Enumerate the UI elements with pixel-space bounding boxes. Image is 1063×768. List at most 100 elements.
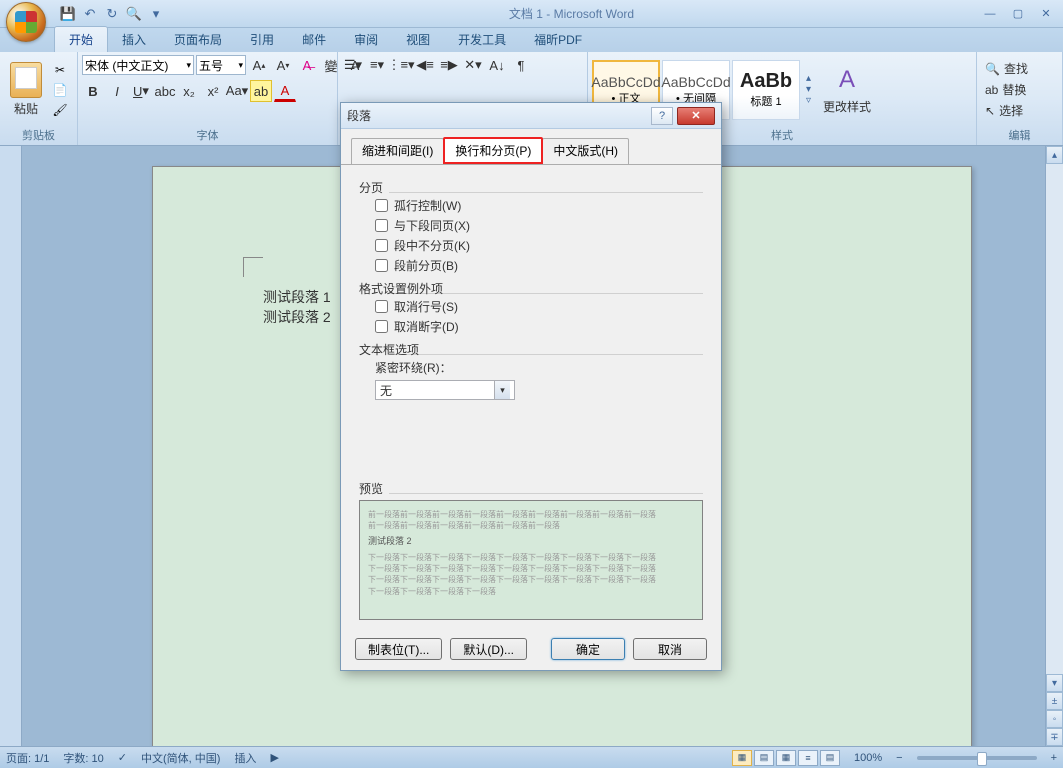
show-marks-icon[interactable]: ¶ — [510, 54, 532, 76]
asian-layout-icon[interactable]: ✕▾ — [462, 54, 484, 76]
qat-undo-icon[interactable]: ↶ — [80, 4, 100, 24]
draft-view-icon[interactable]: ▤ — [820, 750, 840, 766]
keep-lines-checkbox[interactable] — [375, 239, 388, 252]
tab-home[interactable]: 开始 — [54, 26, 108, 52]
style-heading1[interactable]: AaBb 标题 1 — [732, 60, 800, 120]
dialog-titlebar[interactable]: 段落 ? ✕ — [341, 103, 721, 129]
strike-icon[interactable]: abc — [154, 80, 176, 102]
paste-button[interactable]: 粘贴 — [4, 60, 48, 119]
web-view-icon[interactable]: ▦ — [776, 750, 796, 766]
scroll-down-icon[interactable]: ▾ — [1046, 674, 1063, 692]
minimize-button[interactable]: — — [977, 6, 1003, 22]
maximize-button[interactable]: ▢ — [1005, 6, 1031, 22]
status-macro-icon[interactable]: ▶ — [270, 751, 278, 764]
bold-icon[interactable]: B — [82, 80, 104, 102]
styles-scroll[interactable]: ▴▾▿ — [800, 73, 817, 106]
prev-page-icon[interactable]: ± — [1046, 692, 1063, 710]
vertical-scrollbar[interactable]: ▴ ▾ ± ◦ ∓ — [1045, 146, 1063, 746]
replace-button[interactable]: ab替换 — [981, 79, 1030, 100]
select-button[interactable]: ↖选择 — [981, 100, 1027, 121]
zoom-out-icon[interactable]: − — [896, 752, 902, 764]
tight-wrap-select[interactable]: 无 ▾ — [375, 380, 515, 400]
status-language[interactable]: 中文(简体, 中国) — [141, 750, 220, 766]
style-preview-text: AaBbCcDd — [661, 74, 730, 90]
qat-preview-icon[interactable]: 🔍 — [124, 4, 144, 24]
dialog-tabs: 缩进和间距(I) 换行和分页(P) 中文版式(H) — [341, 129, 721, 165]
outline-view-icon[interactable]: ≡ — [798, 750, 818, 766]
dialog-close-button[interactable]: ✕ — [677, 107, 715, 125]
numbering-icon[interactable]: ≡▾ — [366, 54, 388, 76]
suppress-line-numbers-checkbox[interactable] — [375, 300, 388, 313]
vertical-ruler[interactable] — [0, 146, 22, 746]
bullets-icon[interactable]: ☰▾ — [342, 54, 364, 76]
dropdown-icon[interactable]: ▾ — [494, 381, 510, 399]
grow-font-icon[interactable]: A▴ — [248, 54, 270, 76]
increase-indent-icon[interactable]: ≡▶ — [438, 54, 460, 76]
cancel-button[interactable]: 取消 — [633, 638, 707, 660]
underline-icon[interactable]: U▾ — [130, 80, 152, 102]
clear-format-icon[interactable]: A̶ — [296, 54, 318, 76]
change-case-icon[interactable]: Aa▾ — [226, 80, 248, 102]
office-button[interactable] — [6, 2, 46, 42]
next-page-icon[interactable]: ∓ — [1046, 728, 1063, 746]
scroll-track[interactable] — [1046, 164, 1063, 674]
dialog-tab-indent[interactable]: 缩进和间距(I) — [351, 138, 444, 165]
statusbar: 页面: 1/1 字数: 10 ✓ 中文(简体, 中国) 插入 ▶ ▦ ▤ ▦ ≡… — [0, 746, 1063, 768]
status-insert-mode[interactable]: 插入 — [234, 750, 256, 766]
status-proofing-icon[interactable]: ✓ — [118, 751, 127, 764]
superscript-icon[interactable]: x² — [202, 80, 224, 102]
qat-dropdown-icon[interactable]: ▾ — [146, 4, 166, 24]
highlight-icon[interactable]: ab — [250, 80, 272, 102]
cut-icon[interactable]: ✂ — [50, 61, 70, 79]
font-color-icon[interactable]: A — [274, 80, 296, 102]
dialog-help-button[interactable]: ? — [651, 107, 673, 125]
tab-foxitpdf[interactable]: 福昕PDF — [520, 27, 596, 52]
tab-insert[interactable]: 插入 — [108, 27, 160, 52]
multilevel-icon[interactable]: ⋮≡▾ — [390, 54, 412, 76]
close-button[interactable]: ✕ — [1033, 6, 1059, 22]
qat-save-icon[interactable]: 💾 — [58, 4, 78, 24]
no-hyphenation-checkbox[interactable] — [375, 320, 388, 333]
keep-with-next-checkbox[interactable] — [375, 219, 388, 232]
ok-button[interactable]: 确定 — [551, 638, 625, 660]
status-words[interactable]: 字数: 10 — [63, 750, 103, 766]
subscript-icon[interactable]: x₂ — [178, 80, 200, 102]
quick-access-toolbar: 💾 ↶ ↻ 🔍 ▾ — [58, 4, 166, 24]
keep-lines-label: 段中不分页(K) — [394, 237, 470, 254]
find-button[interactable]: 🔍查找 — [981, 58, 1032, 79]
widow-control-checkbox[interactable] — [375, 199, 388, 212]
copy-icon[interactable]: 📄 — [50, 81, 70, 99]
tab-developer[interactable]: 开发工具 — [444, 27, 520, 52]
tab-view[interactable]: 视图 — [392, 27, 444, 52]
font-size-select[interactable]: 五号▾ — [196, 55, 246, 75]
font-name-select[interactable]: 宋体 (中文正文)▾ — [82, 55, 194, 75]
change-styles-button[interactable]: A 更改样式 — [817, 62, 877, 117]
font-size-value: 五号 — [199, 57, 223, 74]
textbox-options-title: 文本框选项 — [359, 341, 703, 358]
fullscreen-view-icon[interactable]: ▤ — [754, 750, 774, 766]
shrink-font-icon[interactable]: A▾ — [272, 54, 294, 76]
tab-mailings[interactable]: 邮件 — [288, 27, 340, 52]
tab-review[interactable]: 审阅 — [340, 27, 392, 52]
qat-redo-icon[interactable]: ↻ — [102, 4, 122, 24]
default-button[interactable]: 默认(D)... — [450, 638, 527, 660]
scroll-up-icon[interactable]: ▴ — [1046, 146, 1063, 164]
zoom-in-icon[interactable]: + — [1051, 752, 1057, 764]
page-break-before-checkbox[interactable] — [375, 259, 388, 272]
decrease-indent-icon[interactable]: ◀≡ — [414, 54, 436, 76]
print-layout-view-icon[interactable]: ▦ — [732, 750, 752, 766]
tabs-button[interactable]: 制表位(T)... — [355, 638, 442, 660]
zoom-slider[interactable] — [917, 756, 1037, 760]
status-page[interactable]: 页面: 1/1 — [6, 750, 49, 766]
italic-icon[interactable]: I — [106, 80, 128, 102]
tab-references[interactable]: 引用 — [236, 27, 288, 52]
browse-object-icon[interactable]: ◦ — [1046, 710, 1063, 728]
format-painter-icon[interactable]: 🖌 — [50, 101, 70, 119]
sort-icon[interactable]: A↓ — [486, 54, 508, 76]
tab-layout[interactable]: 页面布局 — [160, 27, 236, 52]
pagination-group-title: 分页 — [359, 179, 703, 196]
zoom-level[interactable]: 100% — [854, 752, 882, 764]
dialog-tab-asian[interactable]: 中文版式(H) — [542, 138, 629, 165]
preview-sample-text: 测试段落 2 — [368, 535, 694, 548]
dialog-tab-linebreak[interactable]: 换行和分页(P) — [443, 137, 543, 164]
